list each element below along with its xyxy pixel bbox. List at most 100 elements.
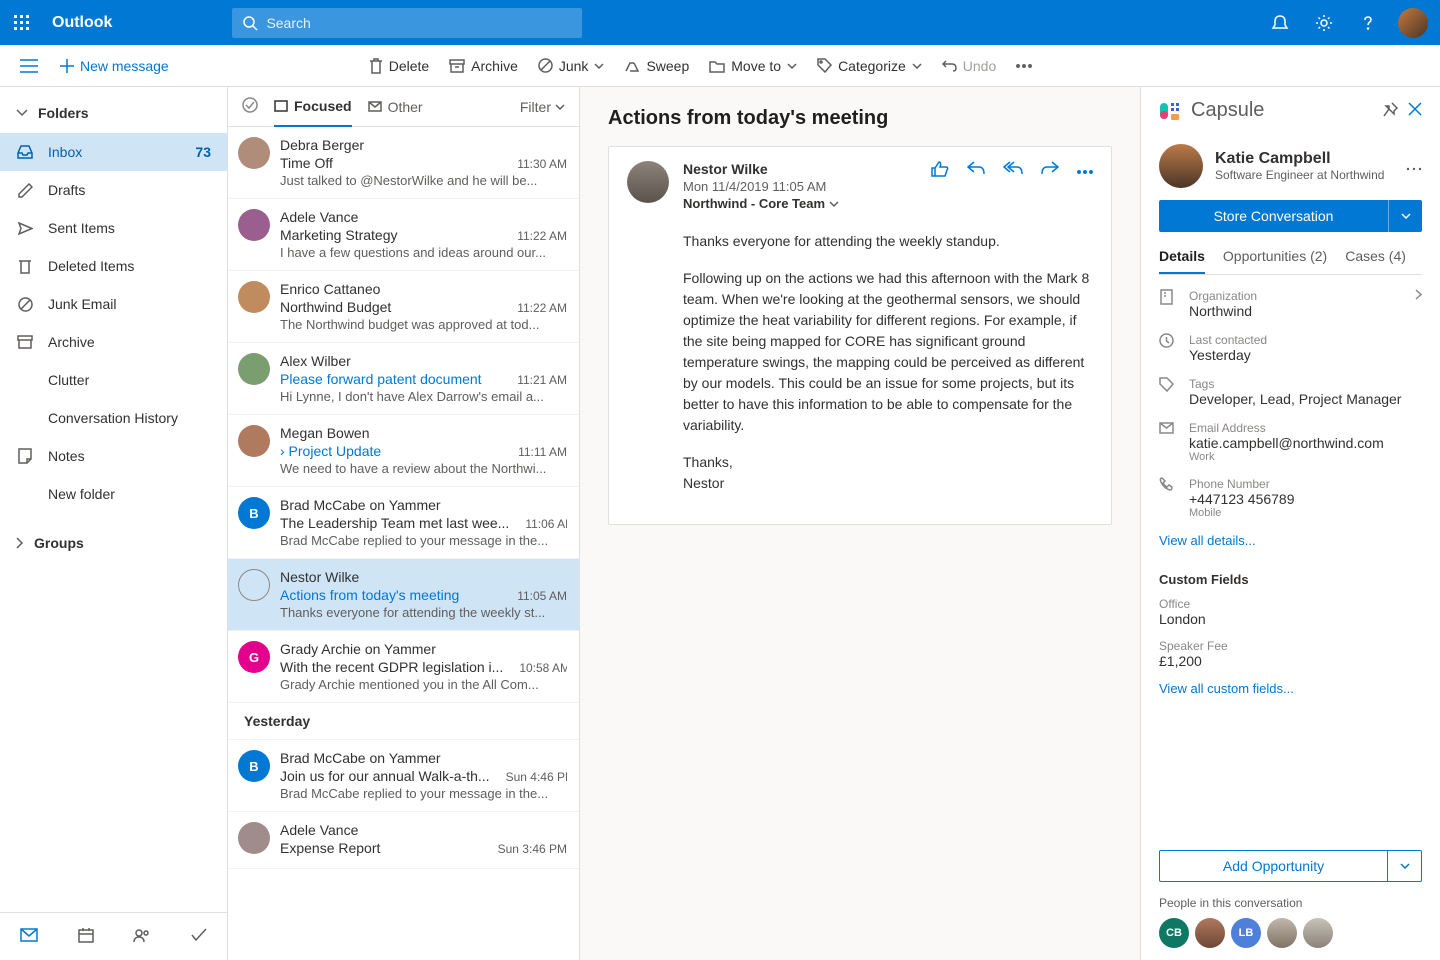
reading-pane: Actions from today's meeting Nestor Wilk… [580,87,1140,960]
tab-other[interactable]: Other [368,87,423,127]
inbox-icon [16,145,34,159]
junk-button[interactable]: Junk [528,45,615,87]
reply-all-icon[interactable] [1003,161,1023,211]
new-folder-button[interactable]: New folder [0,475,227,513]
sender-avatar-small: B [238,750,270,782]
sweep-button[interactable]: Sweep [614,45,699,87]
people-label: People in this conversation [1159,896,1422,910]
folder-nav: Folders Inbox73 Drafts Sent Items Delete… [0,87,228,960]
contact-name: Katie Campbell [1215,150,1394,168]
tab-cases[interactable]: Cases (4) [1345,248,1406,274]
trash-icon [369,58,383,74]
store-conversation-button[interactable]: Store Conversation [1159,200,1422,232]
view-all-custom-link[interactable]: View all custom fields... [1159,681,1422,696]
message-item[interactable]: Alex WilberPlease forward patent documen… [228,343,579,415]
help-icon[interactable] [1346,1,1390,45]
archive-button[interactable]: Archive [439,45,528,87]
calendar-icon[interactable] [78,927,94,946]
search-input[interactable] [266,15,572,31]
search-box[interactable] [232,8,582,38]
folder-notes[interactable]: Notes [0,437,227,475]
contact-more-icon[interactable] [1406,158,1422,174]
sender-avatar-small [238,353,270,385]
message-item[interactable]: Debra BergerTime Off11:30 AMJust talked … [228,127,579,199]
folder-junk[interactable]: Junk Email [0,285,227,323]
chevron-down-icon [594,63,604,69]
contact-subtitle: Software Engineer at Northwind [1215,168,1394,182]
move-button[interactable]: Move to [699,45,807,87]
message-card: Nestor Wilke Mon 11/4/2019 11:05 AM Nort… [608,146,1112,525]
delete-button[interactable]: Delete [359,45,439,87]
command-toolbar: New message Delete Archive Junk Sweep Mo… [0,45,1440,87]
tab-focused[interactable]: Focused [274,87,352,127]
settings-icon[interactable] [1302,1,1346,45]
message-item[interactable]: Nestor WilkeActions from today's meeting… [228,559,579,631]
filter-button[interactable]: Filter [520,99,565,115]
folder-archive[interactable]: Archive [0,323,227,361]
tasks-icon[interactable] [191,928,207,945]
person-chip[interactable]: LB [1231,918,1261,948]
tab-opportunities[interactable]: Opportunities (2) [1223,248,1327,274]
add-opp-dropdown-icon[interactable] [1387,851,1421,881]
store-dropdown-icon[interactable] [1388,200,1422,232]
custom-fields-header: Custom Fields [1159,572,1422,587]
user-avatar[interactable] [1398,8,1428,38]
folder-deleted[interactable]: Deleted Items [0,247,227,285]
message-item[interactable]: Enrico CattaneoNorthwind Budget11:22 AMT… [228,271,579,343]
groups-header[interactable]: Groups [0,523,227,563]
subject-label: Time Off [280,155,333,171]
close-icon[interactable] [1408,102,1422,119]
folder-conversation-history[interactable]: Conversation History [0,399,227,437]
chevron-down-icon [555,104,565,110]
time-label: Sun 3:46 PM [498,842,567,856]
from-label: Megan Bowen [280,425,567,441]
tags-value: Developer, Lead, Project Manager [1189,391,1401,407]
new-message-button[interactable]: New message [50,45,179,87]
folder-inbox[interactable]: Inbox73 [0,133,227,171]
sender-avatar-small [238,281,270,313]
view-all-details-link[interactable]: View all details... [1159,533,1422,548]
send-icon [16,222,34,235]
reply-icon[interactable] [967,161,985,211]
app-launcher-icon[interactable] [12,13,32,33]
notifications-icon[interactable] [1258,1,1302,45]
categorize-button[interactable]: Categorize [807,45,932,87]
preview-label: I have a few questions and ideas around … [280,245,567,260]
select-all-icon[interactable] [242,97,258,116]
more-icon[interactable] [1006,45,1042,87]
person-chip[interactable]: CB [1159,918,1189,948]
message-item[interactable]: Adele VanceMarketing Strategy11:22 AMI h… [228,199,579,271]
folder-clutter[interactable]: Clutter [0,361,227,399]
tab-details[interactable]: Details [1159,248,1205,274]
people-chips: CB LB [1159,918,1422,948]
forward-icon[interactable] [1041,161,1059,211]
folders-header[interactable]: Folders [0,93,227,133]
office-value: London [1159,611,1422,627]
person-chip[interactable] [1195,918,1225,948]
message-item[interactable]: BBrad McCabe on YammerThe Leadership Tea… [228,487,579,559]
chevron-down-icon[interactable] [829,201,839,208]
people-icon[interactable] [133,928,151,946]
more-actions-icon[interactable] [1077,161,1093,211]
chevron-right-icon[interactable] [1415,289,1422,300]
folder-move-icon [709,59,725,73]
person-chip[interactable] [1267,918,1297,948]
undo-button[interactable]: Undo [932,45,1006,87]
like-icon[interactable] [931,161,949,211]
folder-sent[interactable]: Sent Items [0,209,227,247]
message-item[interactable]: GGrady Archie on YammerWith the recent G… [228,631,579,703]
pin-icon[interactable] [1383,102,1398,120]
add-opportunity-button[interactable]: Add Opportunity [1159,850,1422,882]
message-list: Focused Other Filter Debra BergerTime Of… [228,87,580,960]
archive-icon [449,59,465,73]
recipient-list: Northwind - Core Team [683,196,825,211]
nav-toggle-icon[interactable] [8,59,50,73]
fee-value: £1,200 [1159,653,1422,669]
message-item[interactable]: Adele VanceExpense ReportSun 3:46 PM [228,812,579,869]
message-item[interactable]: Megan Bowen› Project Update11:11 AMWe ne… [228,415,579,487]
folder-drafts[interactable]: Drafts [0,171,227,209]
person-chip[interactable] [1303,918,1333,948]
preview-label: We need to have a review about the North… [280,461,567,476]
mail-icon[interactable] [20,928,38,945]
message-item[interactable]: BBrad McCabe on YammerJoin us for our an… [228,740,579,812]
